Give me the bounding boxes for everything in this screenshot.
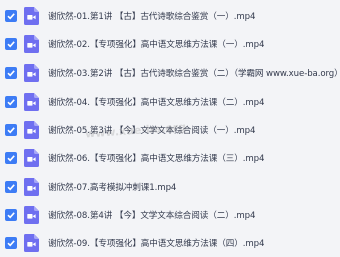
video-file-icon [24,234,39,252]
file-row[interactable]: 谢欣然-08.第4讲 【今】文学文本综合阅读（二）.mp4 [0,201,340,229]
video-file-icon [24,7,39,25]
video-file-icon [24,178,39,196]
file-row[interactable]: 谢欣然-09.【专项强化】高中语文思维方法课（四）.mp4 [0,229,340,257]
checkbox-checked[interactable] [5,152,17,164]
file-name[interactable]: 谢欣然-06.【专项强化】高中语文思维方法课（三）.mp4 [48,152,340,164]
file-name[interactable]: 谢欣然-04.【专项强化】高中语文思维方法课（二）.mp4 [48,96,340,108]
video-file-icon [24,121,39,139]
video-file-icon [24,35,39,53]
file-name[interactable]: 谢欣然-02.【专项强化】高中语文思维方法课（一）.mp4 [48,38,340,50]
checkbox-checked[interactable] [5,181,17,193]
file-row[interactable]: 谢欣然-01.第1讲 【古】古代诗歌综合鉴赏（一）.mp4 [0,2,340,30]
file-name[interactable]: 谢欣然-03.第2讲 【古】古代诗歌综合鉴赏（二）（学霸网 www.xue-ba… [48,67,340,79]
checkbox-checked[interactable] [5,209,17,221]
checkbox-checked[interactable] [5,237,17,249]
checkbox-checked[interactable] [5,10,17,22]
file-name[interactable]: 谢欣然-09.【专项强化】高中语文思维方法课（四）.mp4 [48,237,340,249]
video-file-icon [24,149,39,167]
file-name[interactable]: 谢欣然-07.高考模拟冲刺课1.mp4 [48,181,340,193]
file-name[interactable]: 谢欣然-08.第4讲 【今】文学文本综合阅读（二）.mp4 [48,209,340,221]
file-row[interactable]: 谢欣然-02.【专项强化】高中语文思维方法课（一）.mp4 [0,30,340,58]
file-row[interactable]: 谢欣然-04.【专项强化】高中语文思维方法课（二）.mp4 [0,88,340,116]
video-file-icon [24,93,39,111]
checkbox-checked[interactable] [5,124,17,136]
checkbox-checked[interactable] [5,38,17,50]
file-row[interactable]: 谢欣然-03.第2讲 【古】古代诗歌综合鉴赏（二）（学霸网 www.xue-ba… [0,59,340,87]
file-name[interactable]: 谢欣然-01.第1讲 【古】古代诗歌综合鉴赏（一）.mp4 [48,10,340,22]
checkbox-checked[interactable] [5,96,17,108]
file-row[interactable]: 谢欣然-06.【专项强化】高中语文思维方法课（三）.mp4 [0,144,340,172]
video-file-icon [24,206,39,224]
video-file-icon [24,64,39,82]
checkbox-checked[interactable] [5,67,17,79]
file-row[interactable]: 谢欣然-07.高考模拟冲刺课1.mp4 [0,173,340,201]
